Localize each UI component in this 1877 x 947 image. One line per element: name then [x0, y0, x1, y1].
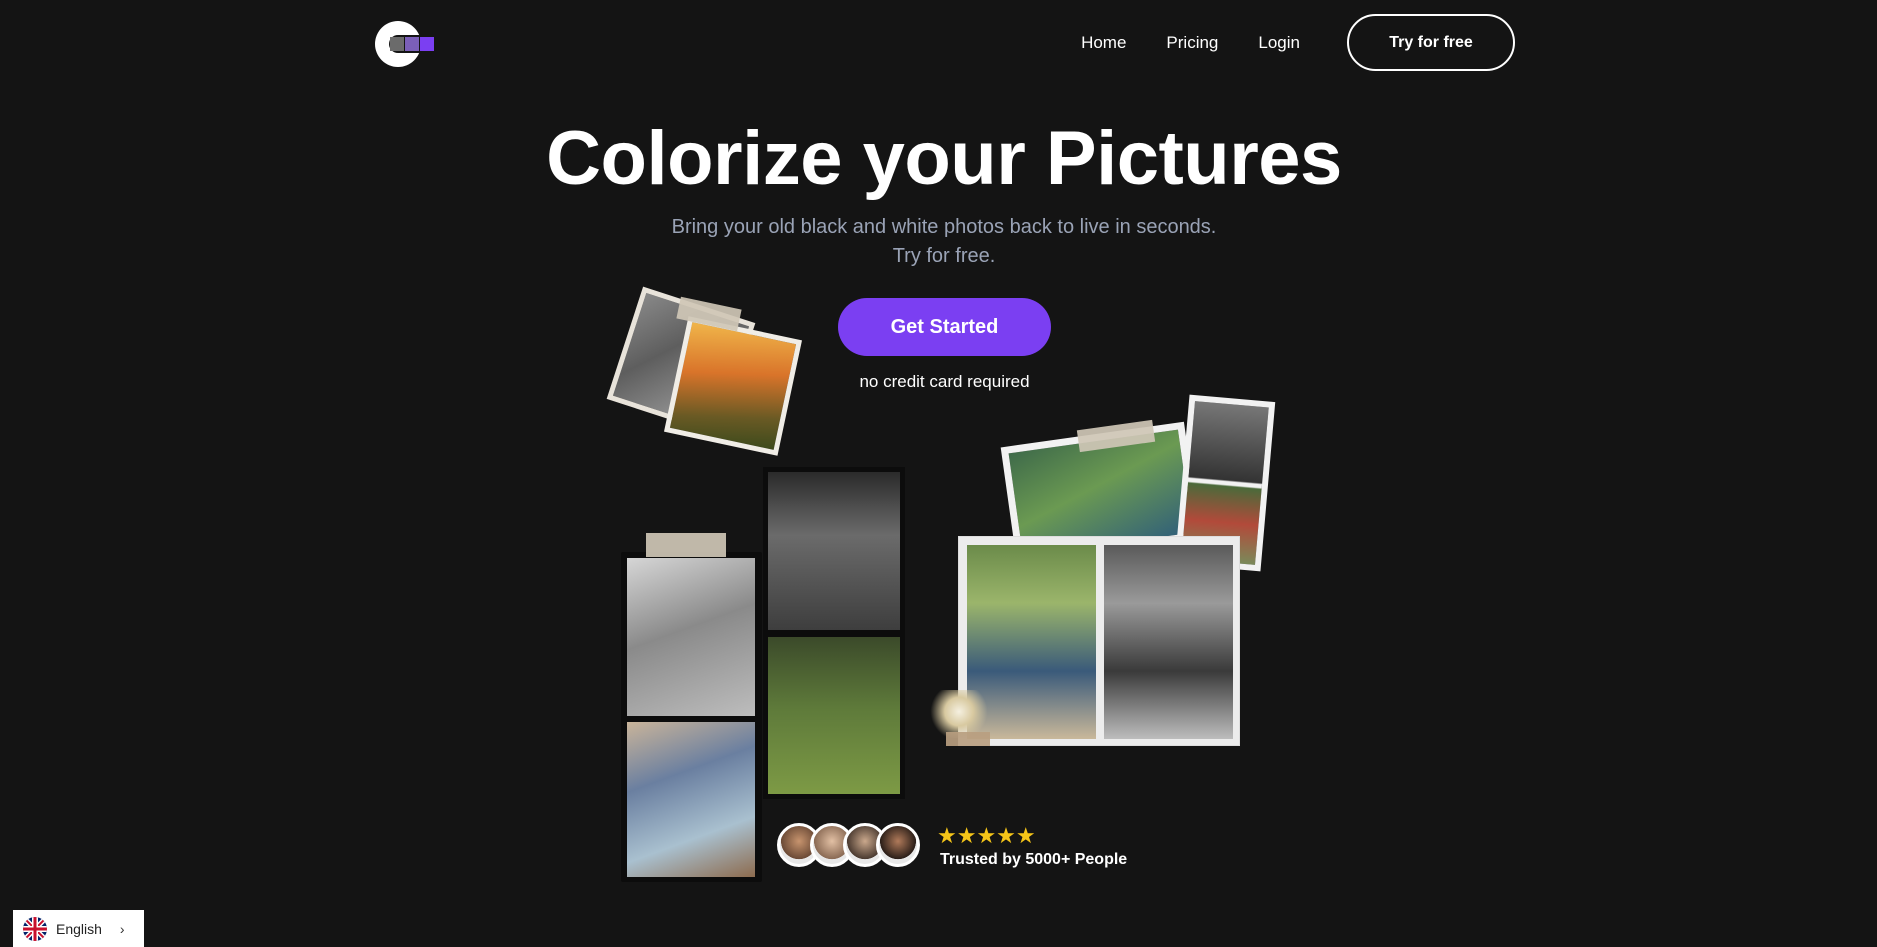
- photo-cricket-color: [768, 637, 900, 794]
- nav-login-link[interactable]: Login: [1258, 33, 1300, 53]
- language-selector[interactable]: English ›: [13, 910, 144, 947]
- avatar: [876, 823, 920, 867]
- hero-subtitle: Bring your old black and white photos ba…: [0, 213, 1877, 271]
- photo-dog-bw: [627, 558, 755, 716]
- photo-cricket-bw: [768, 472, 900, 630]
- chevron-right-icon: ›: [119, 920, 125, 937]
- collage-photo-color-girl: [664, 316, 802, 456]
- uk-flag-icon: [23, 916, 47, 941]
- tape: [646, 533, 726, 557]
- tape: [946, 732, 990, 746]
- get-started-button[interactable]: Get Started: [838, 298, 1051, 356]
- hero-subtitle-line2: Try for free.: [892, 245, 996, 267]
- avatar-group: [777, 823, 920, 867]
- try-for-free-button[interactable]: Try for free: [1347, 14, 1515, 71]
- language-label: English: [56, 920, 102, 937]
- collage-photo-mother-daughter: [958, 536, 1240, 746]
- photo-mother-daughter-bw: [1104, 545, 1233, 739]
- nav-home-link[interactable]: Home: [1081, 33, 1126, 53]
- film-strip-cricket: [763, 467, 905, 799]
- hero-subtitle-line1: Bring your old black and white photos ba…: [671, 216, 1217, 238]
- hero-title: Colorize your Pictures: [546, 116, 1342, 201]
- collage-flower: [928, 690, 990, 738]
- nav-pricing-link[interactable]: Pricing: [1166, 33, 1218, 53]
- rating-stars: ★★★★★: [937, 823, 1036, 848]
- photo-dog-color: [627, 722, 755, 877]
- no-credit-card-note: no credit card required: [859, 372, 1030, 391]
- film-strip-dog: [621, 552, 762, 882]
- trusted-by-text: Trusted by 5000+ People: [940, 851, 1128, 868]
- logo[interactable]: [374, 18, 444, 70]
- top-nav: Home Pricing Login Try for free: [1081, 14, 1515, 71]
